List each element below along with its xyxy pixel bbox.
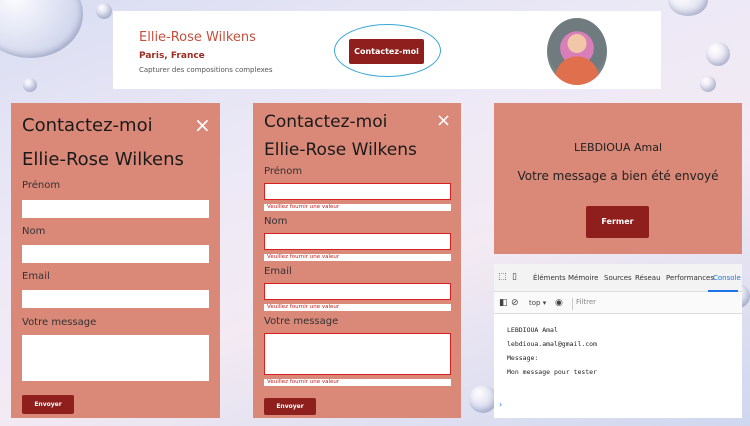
close-icon[interactable]: × (436, 112, 451, 130)
console-log-line: LEBDIOUA Amal (507, 326, 558, 334)
lastname-label: Nom (264, 216, 288, 227)
tab-performance[interactable]: Performances (666, 274, 714, 282)
modal-subtitle: Ellie-Rose Wilkens (264, 140, 417, 160)
tab-network[interactable]: Réseau (635, 274, 661, 282)
lastname-label: Nom (22, 226, 46, 237)
contact-modal-empty: Contactez-moi × Ellie-Rose Wilkens Préno… (11, 103, 220, 418)
email-input[interactable] (22, 290, 209, 308)
message-textarea[interactable] (264, 333, 451, 375)
console-log-line: lebdioua.amal@gmail.com (507, 340, 598, 348)
send-button[interactable]: Envoyer (264, 398, 316, 415)
lastname-input[interactable] (264, 233, 451, 250)
modal-subtitle: Ellie-Rose Wilkens (22, 149, 184, 170)
filter-input[interactable]: Filtrer (572, 298, 738, 310)
profile-header: Ellie-Rose Wilkens Paris, France Capture… (113, 11, 661, 89)
email-input[interactable] (264, 283, 451, 300)
tab-elements[interactable]: Éléments (533, 274, 566, 282)
firstname-input[interactable] (264, 183, 451, 200)
confirmation-name: LEBDIOUA Amal (573, 141, 663, 154)
email-label: Email (264, 266, 292, 277)
modal-title: Contactez-moi (264, 112, 388, 132)
email-label: Email (22, 271, 50, 282)
sidebar-icon[interactable]: ◧ (499, 298, 508, 308)
firstname-label: Prénom (264, 166, 303, 177)
close-button[interactable]: Fermer (586, 206, 649, 238)
firstname-error: Veuillez fournir une valeur (264, 204, 451, 211)
firstname-label: Prénom (22, 180, 61, 191)
bubble-decoration (23, 78, 37, 92)
send-button[interactable]: Envoyer (22, 395, 74, 414)
inspect-icon[interactable]: ⬚ (498, 272, 507, 282)
devtools-tabbar: ⬚ ▯ Éléments Mémoire Sources Réseau Perf… (494, 264, 742, 292)
contact-button[interactable]: Contactez-moi (349, 39, 424, 64)
bubble-decoration (0, 0, 83, 58)
bubble-decoration (469, 385, 497, 413)
message-label: Votre message (22, 317, 97, 328)
eye-icon[interactable]: ◉ (555, 298, 563, 308)
message-error: Veuillez fournir une valeur (264, 379, 451, 386)
bubble-decoration (700, 76, 716, 92)
console-prompt[interactable]: › (499, 400, 502, 409)
devtools-panel: ⬚ ▯ Éléments Mémoire Sources Réseau Perf… (494, 264, 742, 418)
close-icon[interactable]: × (194, 115, 211, 135)
avatar (547, 18, 607, 85)
tab-memory[interactable]: Mémoire (568, 274, 598, 282)
tab-console[interactable]: Console (713, 274, 741, 282)
console-toolbar: ◧ ⊘ top ▾ ◉ Filtrer (494, 292, 742, 314)
clear-console-icon[interactable]: ⊘ (511, 298, 519, 308)
message-textarea[interactable] (22, 335, 209, 381)
console-log-line: Mon message pour tester (507, 368, 598, 376)
confirmation-message: Votre message a bien été envoyé (517, 169, 719, 183)
lastname-error: Veuillez fournir une valeur (264, 254, 451, 261)
profile-name: Ellie-Rose Wilkens (139, 30, 256, 45)
device-toggle-icon[interactable]: ▯ (512, 272, 517, 282)
profile-location: Paris, France (139, 51, 205, 61)
bubble-decoration (706, 42, 730, 66)
confirmation-modal: LEBDIOUA Amal Votre message a bien été e… (494, 103, 742, 254)
message-label: Votre message (264, 316, 339, 327)
bubble-decoration (668, 0, 708, 16)
modal-title: Contactez-moi (22, 115, 153, 136)
profile-tagline: Capturer des compositions complexes (139, 66, 273, 74)
email-error: Veuillez fournir une valeur (264, 304, 451, 311)
lastname-input[interactable] (22, 245, 209, 263)
contact-modal-errors: Contactez-moi × Ellie-Rose Wilkens Préno… (253, 103, 461, 418)
bubble-decoration (96, 3, 112, 19)
context-select[interactable]: top ▾ (529, 299, 546, 307)
tab-sources[interactable]: Sources (604, 274, 632, 282)
console-log-line: Message: (507, 354, 539, 362)
firstname-input[interactable] (22, 200, 209, 218)
